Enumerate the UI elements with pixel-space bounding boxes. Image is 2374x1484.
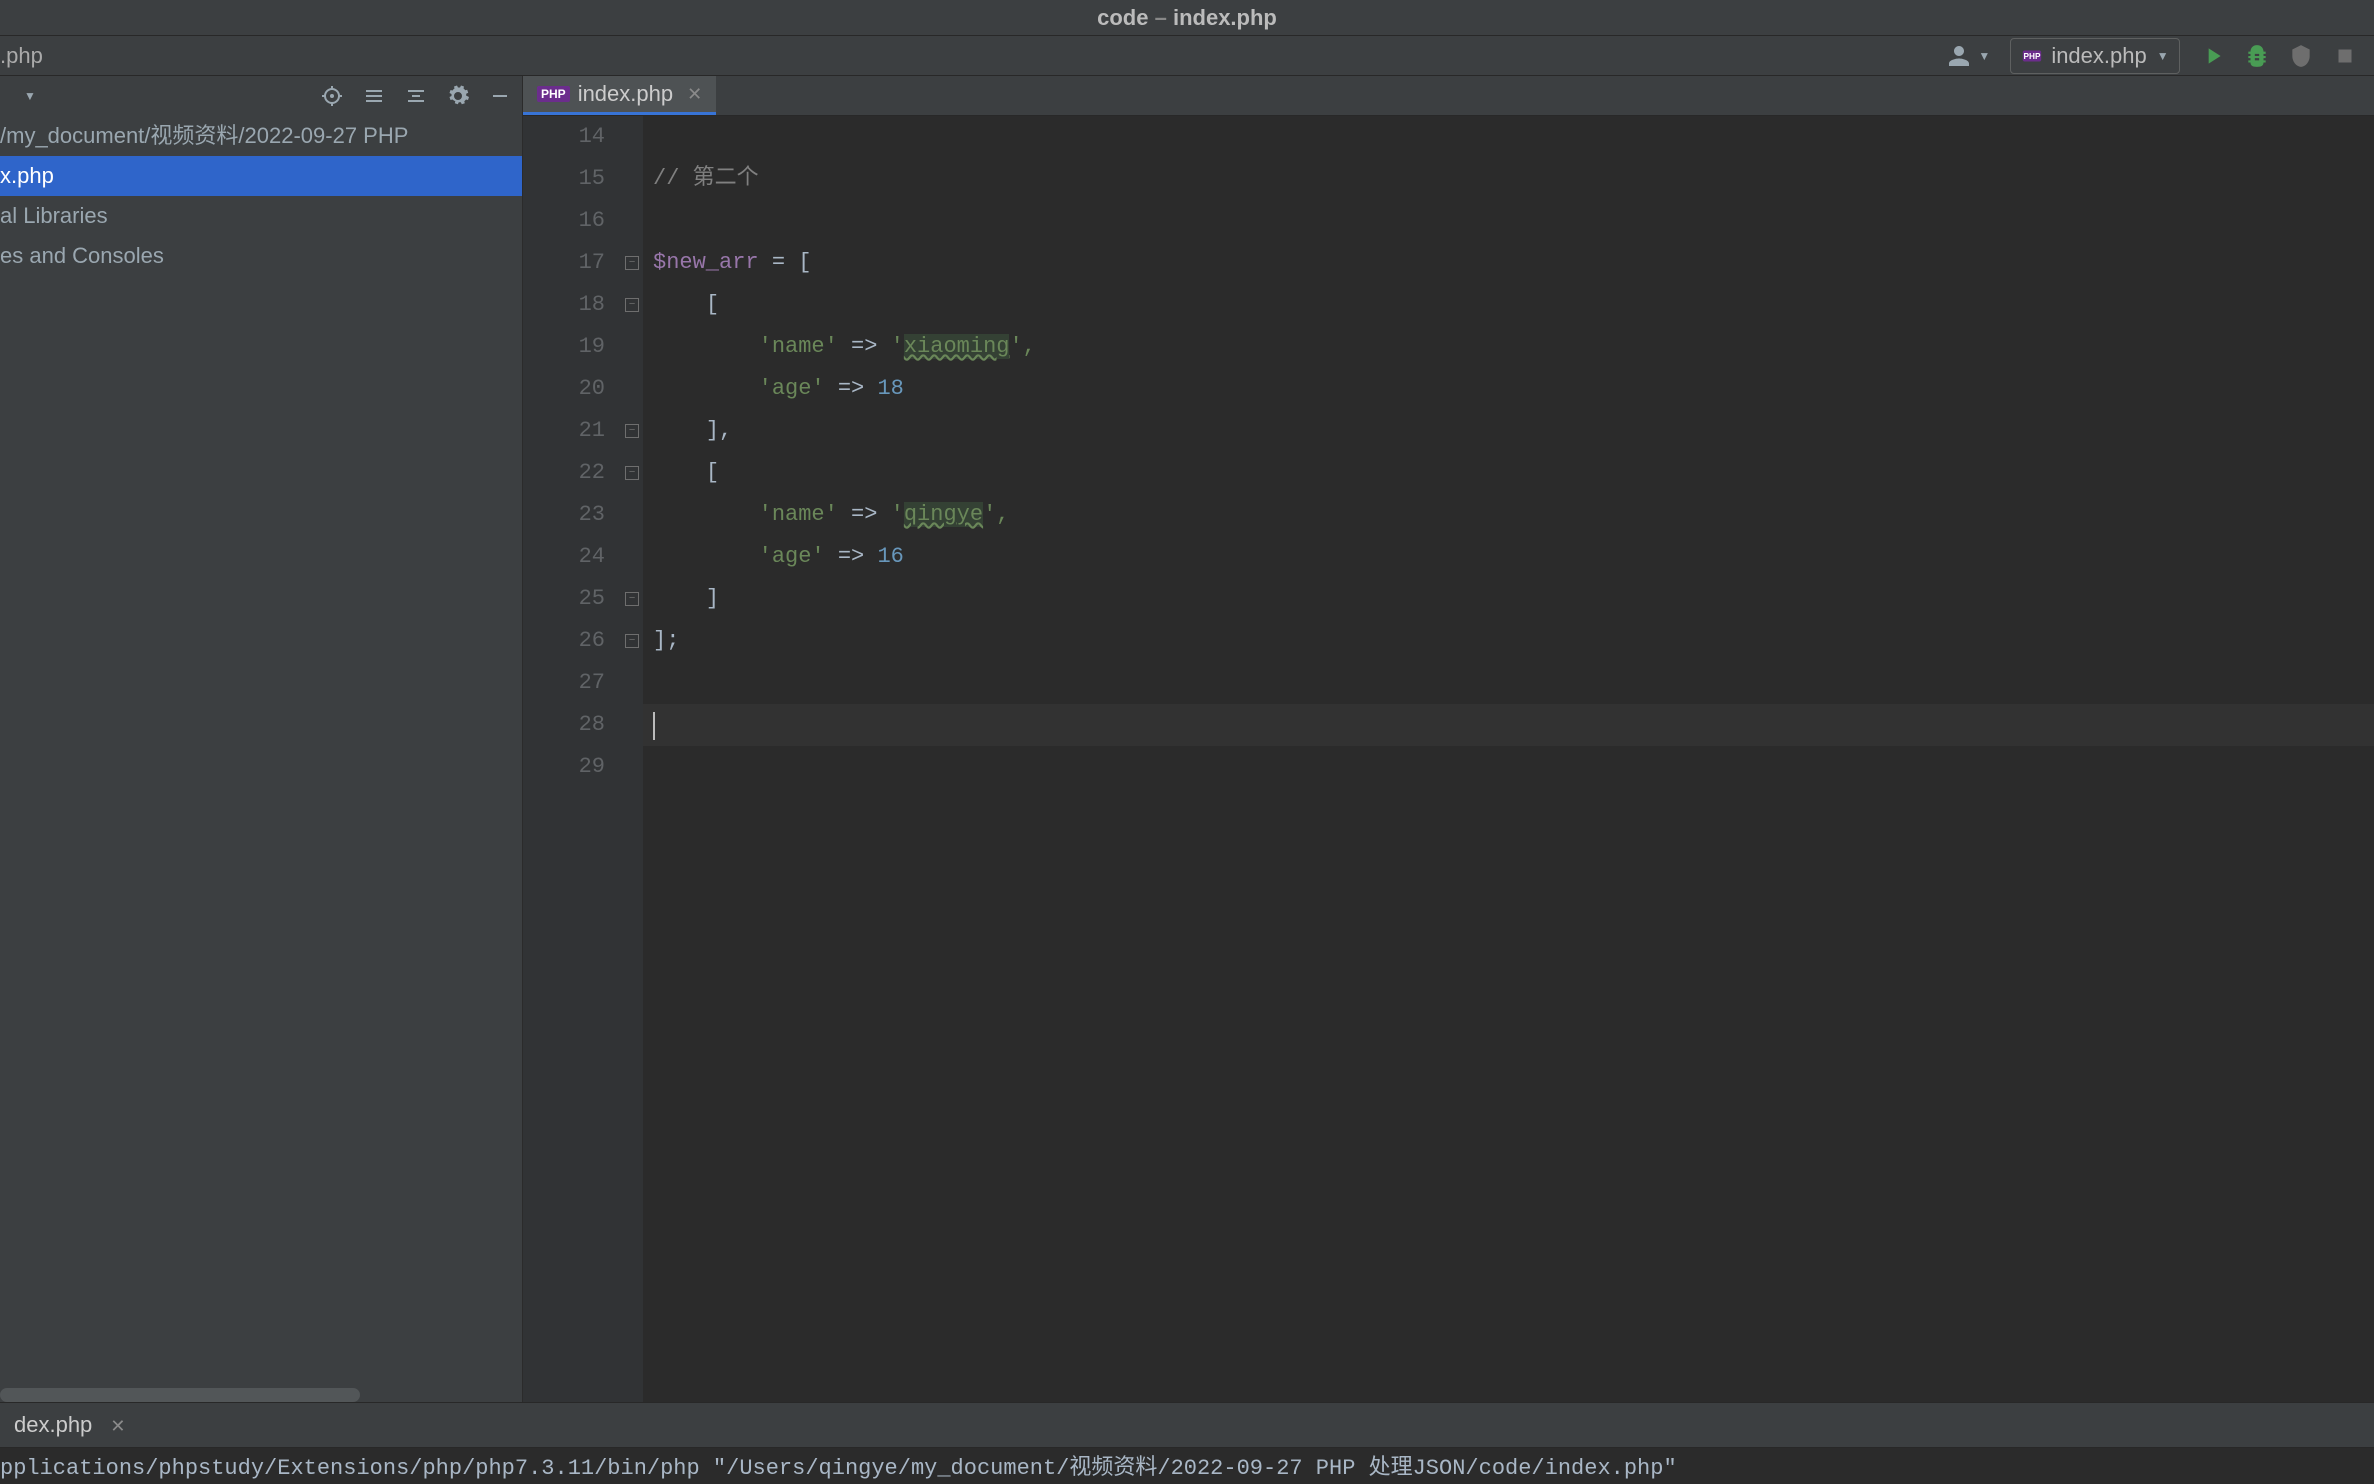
tab-label: index.php: [578, 81, 673, 107]
code-line[interactable]: [643, 704, 2374, 746]
line-number: 16: [523, 200, 605, 242]
code-with-me-dropdown[interactable]: ▼: [1978, 49, 1990, 63]
svg-text:PHP: PHP: [2024, 51, 2041, 60]
gear-icon[interactable]: [446, 84, 470, 108]
window-title-bar: code – index.php: [0, 0, 2374, 36]
breadcrumb[interactable]: .php: [0, 43, 43, 69]
code-line[interactable]: [: [643, 452, 2374, 494]
run-config-label: index.php: [2051, 43, 2146, 69]
code-line[interactable]: ]: [643, 578, 2374, 620]
run-tab-index-php[interactable]: dex.php ✕: [0, 1412, 140, 1438]
tree-item-libraries[interactable]: al Libraries: [0, 196, 522, 236]
collapse-all-icon[interactable]: [404, 84, 428, 108]
run-tool-window: dex.php ✕ pplications/phpstudy/Extension…: [0, 1402, 2374, 1484]
code-line[interactable]: [643, 200, 2374, 242]
debug-button[interactable]: [2244, 43, 2270, 69]
tree-file-selected[interactable]: x.php: [0, 156, 522, 196]
title-file: index.php: [1173, 5, 1277, 30]
stop-button[interactable]: [2332, 43, 2358, 69]
php-file-icon: PHP: [537, 86, 570, 102]
navigation-bar: .php ▼ PHP index.php ▼: [0, 36, 2374, 76]
line-number: 27: [523, 662, 605, 704]
line-number: 18: [523, 284, 605, 326]
line-number: 20: [523, 368, 605, 410]
editor: PHP index.php ✕ 141516171819202122232425…: [523, 76, 2374, 1402]
line-number: 26: [523, 620, 605, 662]
fold-gutter: − − − − − −: [623, 116, 643, 1402]
tree-item-consoles[interactable]: es and Consoles: [0, 236, 522, 276]
fold-marker[interactable]: −: [625, 424, 639, 438]
console-line[interactable]: pplications/phpstudy/Extensions/php/php7…: [0, 1448, 2374, 1484]
code-line[interactable]: [: [643, 284, 2374, 326]
code-line[interactable]: 'name' => 'qingye',: [643, 494, 2374, 536]
project-toolbar: ▼: [0, 76, 522, 116]
line-number-gutter: 14151617181920212223242526272829: [523, 116, 623, 1402]
sidebar-horizontal-scrollbar[interactable]: [0, 1388, 522, 1402]
project-tree[interactable]: /my_document/视频资料/2022-09-27 PHP x.php a…: [0, 116, 522, 1402]
run-button[interactable]: [2200, 43, 2226, 69]
title-project: code: [1097, 5, 1148, 30]
line-number: 15: [523, 158, 605, 200]
run-configuration-selector[interactable]: PHP index.php ▼: [2010, 38, 2179, 74]
code-text[interactable]: // 第二个 $new_arr = [ [ 'name' => 'xiaoming…: [643, 116, 2374, 1402]
code-line[interactable]: // 第二个: [643, 158, 2374, 200]
editor-tab-index-php[interactable]: PHP index.php ✕: [523, 76, 716, 115]
locate-icon[interactable]: [320, 84, 344, 108]
code-line[interactable]: ];: [643, 620, 2374, 662]
run-with-coverage-button[interactable]: [2288, 43, 2314, 69]
fold-marker[interactable]: −: [625, 466, 639, 480]
close-run-tab-icon[interactable]: ✕: [110, 1416, 125, 1436]
hide-icon[interactable]: [488, 84, 512, 108]
line-number: 17: [523, 242, 605, 284]
code-line[interactable]: ],: [643, 410, 2374, 452]
line-number: 14: [523, 116, 605, 158]
code-line[interactable]: 'age' => 16: [643, 536, 2374, 578]
code-line[interactable]: [643, 116, 2374, 158]
line-number: 23: [523, 494, 605, 536]
fold-marker[interactable]: −: [625, 298, 639, 312]
run-panel-tabs: dex.php ✕: [0, 1403, 2374, 1448]
code-line[interactable]: 'name' => 'xiaoming',: [643, 326, 2374, 368]
chevron-down-icon: ▼: [2157, 49, 2169, 63]
code-area[interactable]: 14151617181920212223242526272829 − − − − −− …: [523, 116, 2374, 1402]
line-number: 24: [523, 536, 605, 578]
fold-marker[interactable]: −: [625, 256, 639, 270]
code-with-me-icon[interactable]: [1944, 41, 1974, 71]
expand-all-icon[interactable]: [362, 84, 386, 108]
close-tab-icon[interactable]: ✕: [687, 84, 702, 105]
fold-marker[interactable]: −: [625, 592, 639, 606]
fold-marker[interactable]: −: [625, 634, 639, 648]
title-sep: –: [1155, 5, 1173, 30]
line-number: 21: [523, 410, 605, 452]
line-number: 19: [523, 326, 605, 368]
run-tab-label: dex.php: [14, 1412, 92, 1437]
line-number: 28: [523, 704, 605, 746]
main-area: ▼ /my_document/视频资料/2022-09-27 PHP x.php…: [0, 76, 2374, 1402]
line-number: 22: [523, 452, 605, 494]
line-number: 25: [523, 578, 605, 620]
editor-tabs: PHP index.php ✕: [523, 76, 2374, 116]
code-line[interactable]: [643, 662, 2374, 704]
console-output[interactable]: pplications/phpstudy/Extensions/php/php7…: [0, 1448, 2374, 1484]
tree-path[interactable]: /my_document/视频资料/2022-09-27 PHP: [0, 116, 522, 156]
line-number: 29: [523, 746, 605, 788]
project-tool-window: ▼ /my_document/视频资料/2022-09-27 PHP x.php…: [0, 76, 523, 1402]
code-line[interactable]: $new_arr = [: [643, 242, 2374, 284]
code-line[interactable]: 'age' => 18: [643, 368, 2374, 410]
project-view-selector[interactable]: ▼: [10, 89, 302, 103]
code-line[interactable]: [643, 746, 2374, 788]
